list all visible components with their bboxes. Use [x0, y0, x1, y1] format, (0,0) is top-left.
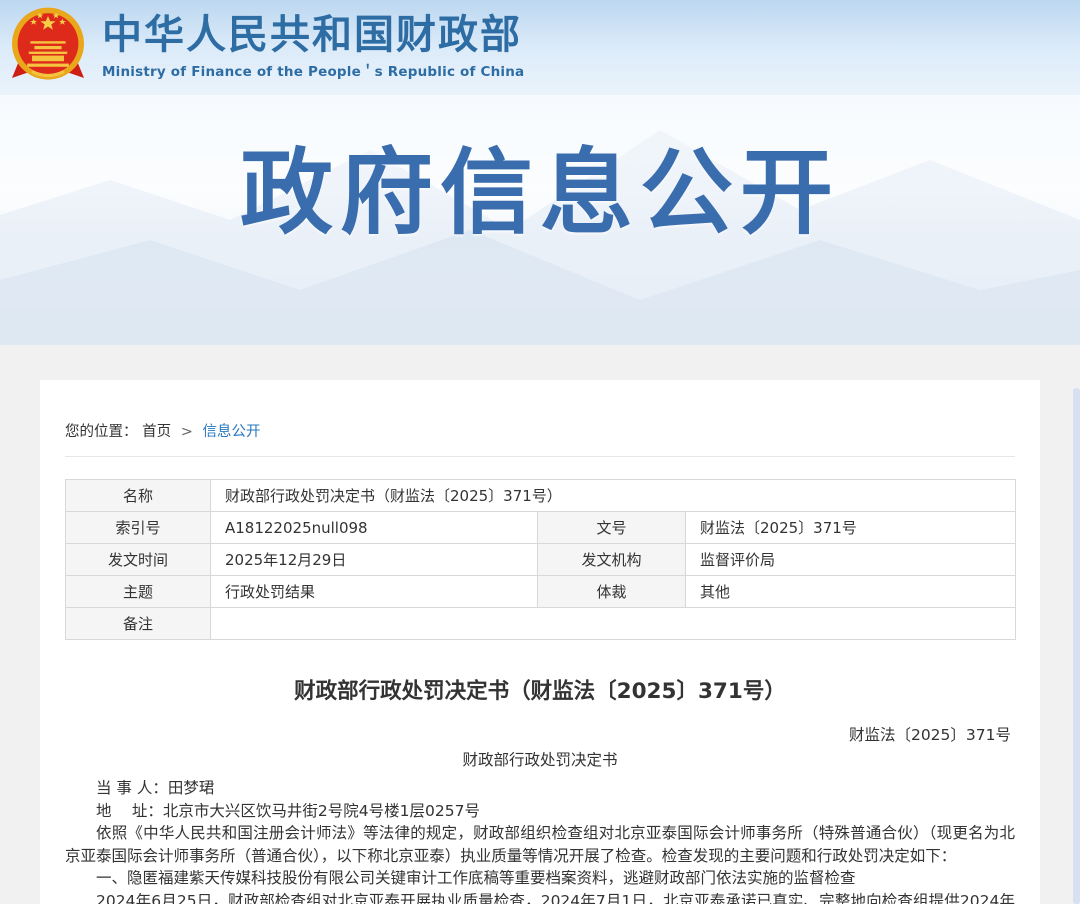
section-1-heading: 一、隐匿福建紫天传媒科技股份有限公司关键审计工作底稿等重要档案资料，逃避财政部门… [65, 867, 1015, 890]
national-emblem-icon [8, 6, 88, 86]
breadcrumb: 您的位置： 首页 > 信息公开 [65, 420, 1015, 441]
meta-index-value: A18122025null098 [211, 512, 538, 544]
top-banner: 中华人民共和国财政部 Ministry of Finance of the Pe… [0, 0, 1080, 345]
address-line: 地 址：北京市大兴区饮马井街2号院4号楼1层0257号 [65, 800, 1015, 823]
ministry-name-en: Ministry of Finance of the People＇s Repu… [102, 60, 524, 80]
meta-date-label: 发文时间 [66, 544, 211, 576]
page-body: 您的位置： 首页 > 信息公开 名称 财政部行政处罚决定书（财监法〔2025〕3… [0, 345, 1080, 904]
meta-name-value: 财政部行政处罚决定书（财监法〔2025〕371号） [211, 480, 1016, 512]
document-title: 财政部行政处罚决定书（财监法〔2025〕371号） [65, 674, 1015, 705]
document-body: 当 事 人：田梦珺 地 址：北京市大兴区饮马井街2号院4号楼1层0257号 依照… [65, 777, 1015, 904]
table-row: 名称 财政部行政处罚决定书（财监法〔2025〕371号） [66, 480, 1016, 512]
content-card: 您的位置： 首页 > 信息公开 名称 财政部行政处罚决定书（财监法〔2025〕3… [40, 380, 1040, 904]
vertical-scrollbar[interactable] [1073, 388, 1080, 904]
intro-paragraph: 依照《中华人民共和国注册会计师法》等法律的规定，财政部组织检查组对北京亚泰国际会… [65, 822, 1015, 867]
document-meta-table: 名称 财政部行政处罚决定书（财监法〔2025〕371号） 索引号 A181220… [65, 479, 1016, 640]
meta-genre-label: 体裁 [538, 576, 686, 608]
hero-title: 政府信息公开 [0, 142, 1080, 244]
meta-remark-value [211, 608, 1016, 640]
table-row: 发文时间 2025年12月29日 发文机构 监督评价局 [66, 544, 1016, 576]
table-row: 主题 行政处罚结果 体裁 其他 [66, 576, 1016, 608]
table-row: 备注 [66, 608, 1016, 640]
page: 中华人民共和国财政部 Ministry of Finance of the Pe… [0, 0, 1080, 904]
site-logo-block[interactable]: 中华人民共和国财政部 Ministry of Finance of the Pe… [8, 6, 524, 86]
breadcrumb-divider [65, 456, 1015, 457]
breadcrumb-home-link[interactable]: 首页 [142, 424, 171, 440]
meta-index-label: 索引号 [66, 512, 211, 544]
ministry-name-zh: 中华人民共和国财政部 [102, 13, 524, 57]
meta-agency-value: 监督评价局 [686, 544, 1016, 576]
meta-topic-label: 主题 [66, 576, 211, 608]
party-line: 当 事 人：田梦珺 [65, 777, 1015, 800]
section-1-paragraph: 2024年6月25日，财政部检查组对北京亚泰开展执业质量检查，2024年7月1日… [65, 890, 1015, 904]
document-subtitle: 财政部行政处罚决定书 [65, 748, 1015, 770]
document-number: 财监法〔2025〕371号 [65, 723, 1015, 745]
breadcrumb-separator: > [181, 424, 193, 440]
meta-topic-value: 行政处罚结果 [211, 576, 538, 608]
breadcrumb-label: 您的位置： [65, 424, 138, 440]
meta-remark-label: 备注 [66, 608, 211, 640]
meta-date-value: 2025年12月29日 [211, 544, 538, 576]
meta-docno-value: 财监法〔2025〕371号 [686, 512, 1016, 544]
meta-name-label: 名称 [66, 480, 211, 512]
table-row: 索引号 A18122025null098 文号 财监法〔2025〕371号 [66, 512, 1016, 544]
breadcrumb-current-link[interactable]: 信息公开 [202, 424, 260, 440]
meta-agency-label: 发文机构 [538, 544, 686, 576]
meta-docno-label: 文号 [538, 512, 686, 544]
meta-genre-value: 其他 [686, 576, 1016, 608]
